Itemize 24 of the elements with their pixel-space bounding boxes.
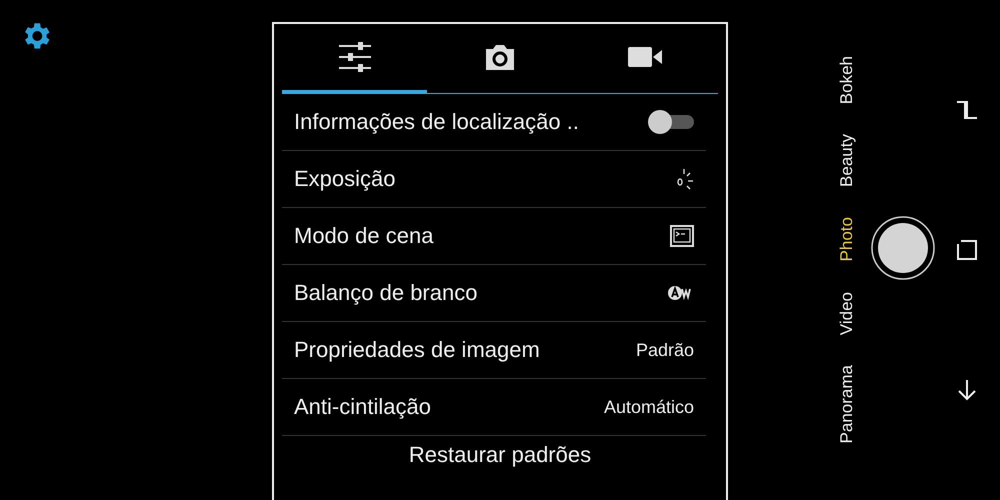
sliders-icon xyxy=(338,42,371,72)
setting-label: Anti-cintilação xyxy=(294,394,431,420)
setting-value: Automático xyxy=(604,396,694,418)
toggle-switch[interactable] xyxy=(648,110,694,134)
camera-mode[interactable]: Bokeh xyxy=(837,56,857,104)
setting-label: Exposição xyxy=(294,166,396,192)
back-arrow-icon[interactable] xyxy=(956,378,978,402)
setting-value: Padrão xyxy=(636,340,694,360)
video-camera-icon xyxy=(628,47,662,67)
setting-label: Balanço de branco xyxy=(294,280,478,306)
shutter-button[interactable] xyxy=(871,216,935,280)
camera-icon xyxy=(484,44,516,70)
camera-mode[interactable]: Photo xyxy=(837,217,857,262)
setting-label: Modo de cena xyxy=(294,223,434,249)
camera-mode[interactable]: Panorama xyxy=(837,364,857,444)
recent-apps-icon[interactable] xyxy=(955,98,979,122)
camera-mode[interactable]: Beauty xyxy=(837,134,857,188)
auto-wb-icon xyxy=(668,285,694,301)
restore-defaults-button[interactable]: Restaurar padrões xyxy=(408,442,592,468)
home-icon[interactable] xyxy=(955,238,979,262)
camera-mode[interactable]: Video xyxy=(837,292,857,335)
scene-icon xyxy=(670,225,694,247)
setting-label: Informações de localização .. xyxy=(294,109,579,135)
setting-label: Propriedades de imagem xyxy=(294,337,540,363)
